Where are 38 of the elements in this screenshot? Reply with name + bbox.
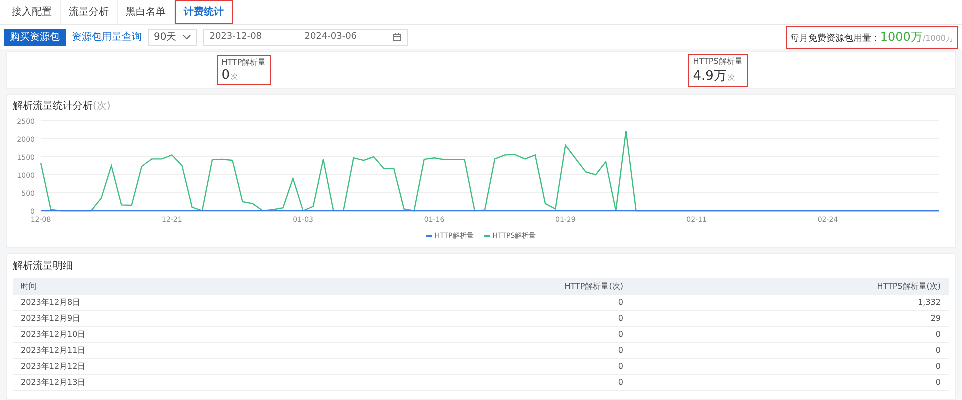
table-title: 解析流量明细 [13,260,74,274]
stat-label: HTTP解析量 [222,57,266,68]
table-cell: 0 [334,358,632,374]
date-range-field[interactable]: 2023-12-08 2024-03-06 [202,28,408,46]
table-cell: 2023年12月11日 [13,342,334,358]
period-select[interactable]: 90天 [148,28,197,46]
tab[interactable]: 计费统计 [175,0,233,24]
table-cell: 29 [631,310,949,326]
column-header: 时间 [13,278,334,295]
quota-total: /1000万 [922,32,954,44]
quota-label: 每月免费资源包用量： [790,32,880,44]
buy-package-button[interactable]: 购买资源包 [4,28,66,46]
table-cell: 2023年12月13日 [13,374,334,390]
usage-query-link[interactable]: 资源包用量查询 [72,30,142,44]
table-cell: 0 [334,326,632,342]
table-cell: 0 [631,326,949,342]
stat-value: 4.9万 [693,68,727,84]
table-cell: 1,332 [631,295,949,310]
quota-value: 1000万 [880,28,923,46]
chart-unit: (次) [93,100,111,113]
table-cell: 0 [334,310,632,326]
table-cell: 0 [631,342,949,358]
stat-label: HTTPS解析量 [693,56,743,66]
table-cell: 0 [334,374,632,390]
column-header: HTTP解析量(次) [334,278,632,295]
calendar-icon [392,33,401,41]
table-cell: 2023年12月8日 [13,295,334,310]
column-header: HTTPS解析量(次) [631,278,949,295]
chart-title: 解析流量统计分析 [13,100,93,113]
chevron-down-icon [182,34,191,40]
table-cell: 2023年12月12日 [13,358,334,374]
table-cell: 0 [334,295,632,310]
stat-value: 0 [222,68,230,83]
table-cell: 0 [631,374,949,390]
table-cell: 2023年12月10日 [13,326,334,342]
table-cell: 0 [631,358,949,374]
table-cell: 2023年12月9日 [13,310,334,326]
table-cell: 0 [334,342,632,358]
